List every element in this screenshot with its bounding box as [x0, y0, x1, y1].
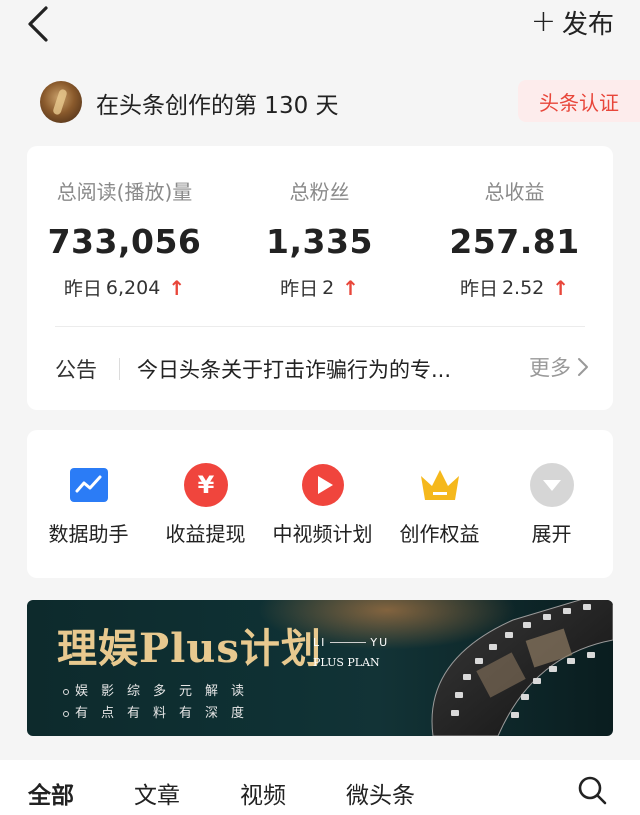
tab-articles[interactable]: 文章: [134, 776, 180, 810]
tab-all[interactable]: 全部: [28, 776, 74, 810]
notice-tag: 公告: [55, 358, 97, 382]
chevron-right-icon: [578, 358, 588, 376]
search-icon[interactable]: [576, 774, 608, 806]
stat-delta: 昨日 2.52 ↑: [417, 274, 612, 301]
stat-value: 1,335: [266, 222, 373, 261]
stat-value: 733,056: [47, 222, 202, 261]
delta-value: 2.52: [501, 276, 545, 299]
banner-brand-sub: PLUS PLAN: [313, 656, 380, 669]
certification-badge[interactable]: 头条认证: [518, 80, 640, 122]
tool-label: 数据助手: [48, 522, 129, 546]
banner-line-2: 有点有料有深度: [63, 702, 257, 721]
stat-delta: 昨日 6,204 ↑: [27, 274, 222, 301]
plus-icon: +: [530, 4, 556, 39]
stat-delta: 昨日 2 ↑: [222, 274, 417, 301]
tool-label: 收益提现: [165, 522, 246, 546]
bullet-icon: [63, 688, 69, 695]
up-arrow-icon: ↑: [552, 275, 570, 300]
content-tabs: 全部 文章 视频 微头条: [0, 760, 640, 815]
banner-brand: LI YU: [313, 636, 389, 649]
avatar[interactable]: [40, 81, 82, 123]
more-label: 更多: [529, 356, 571, 380]
publish-button[interactable]: + 发布: [531, 4, 614, 40]
banner-title: 理娱Plus计划: [57, 625, 322, 672]
notice-more-link[interactable]: 更多: [529, 352, 589, 382]
svg-text:¥: ¥: [198, 471, 215, 499]
banner-brand-line: [330, 642, 367, 643]
delta-value: 6,204: [105, 276, 161, 299]
tool-expand[interactable]: 展开: [493, 430, 610, 578]
tool-withdraw[interactable]: ¥ 收益提现: [147, 430, 264, 578]
tab-videos[interactable]: 视频: [240, 776, 286, 810]
banner-line-2-text: 有点有料有深度: [75, 706, 258, 721]
tool-label: 中视频计划: [272, 522, 373, 546]
film-reel-icon: [431, 600, 613, 736]
top-bar: + 发布: [0, 0, 640, 50]
banner-line-1-text: 娱影综多元解读: [75, 684, 258, 699]
back-chevron-icon[interactable]: [22, 4, 58, 44]
delta-prefix: 昨日: [280, 278, 319, 300]
stats-card: 总阅读(播放)量 733,056 昨日 6,204 ↑ 总粉丝 1,335 昨日…: [27, 146, 613, 410]
bullet-icon: [63, 710, 69, 717]
banner-line-1: 娱影综多元解读: [63, 680, 257, 699]
stat-label: 总收益: [484, 180, 545, 204]
tool-label: 展开: [531, 522, 572, 546]
up-arrow-icon: ↑: [168, 275, 186, 300]
publish-label: 发布: [561, 9, 614, 40]
divider: [55, 326, 585, 327]
creator-row: 在头条创作的第 130 天 头条认证: [0, 76, 640, 126]
delta-prefix: 昨日: [63, 278, 102, 300]
notice-row[interactable]: 公告 今日头条关于打击诈骗行为的专... 更多: [27, 328, 613, 410]
tab-micro-posts[interactable]: 微头条: [346, 776, 415, 810]
banner-brand-right: YU: [370, 636, 390, 649]
stat-value: 257.81: [449, 222, 580, 261]
creation-days-text: 在头条创作的第 130 天: [96, 93, 339, 119]
tool-video-plan[interactable]: 中视频计划: [264, 430, 381, 578]
promo-banner[interactable]: 理娱Plus计划 LI YU PLUS PLAN 娱影综多元解读 有点有料有深度: [27, 600, 613, 736]
stat-label: 总阅读(播放)量: [56, 180, 193, 204]
stat-label: 总粉丝: [289, 180, 350, 204]
crown-icon: [421, 470, 459, 500]
notice-separator: [119, 358, 120, 380]
withdraw-yen-icon: ¥: [184, 463, 228, 507]
data-assistant-icon: [70, 468, 108, 502]
notice-text[interactable]: 今日头条关于打击诈骗行为的专...: [137, 354, 497, 384]
tool-data-assistant[interactable]: 数据助手: [30, 430, 147, 578]
video-plan-icon: [302, 464, 344, 506]
tool-label: 创作权益: [399, 522, 480, 546]
delta-prefix: 昨日: [459, 278, 498, 300]
delta-value: 2: [322, 276, 335, 299]
banner-brand-left: LI: [313, 636, 327, 649]
tools-card: 数据助手 ¥ 收益提现 中视频计划 创作权益 展开: [27, 430, 613, 578]
tool-creator-rights[interactable]: 创作权益: [381, 430, 498, 578]
up-arrow-icon: ↑: [342, 275, 359, 300]
expand-icon: [530, 463, 574, 507]
